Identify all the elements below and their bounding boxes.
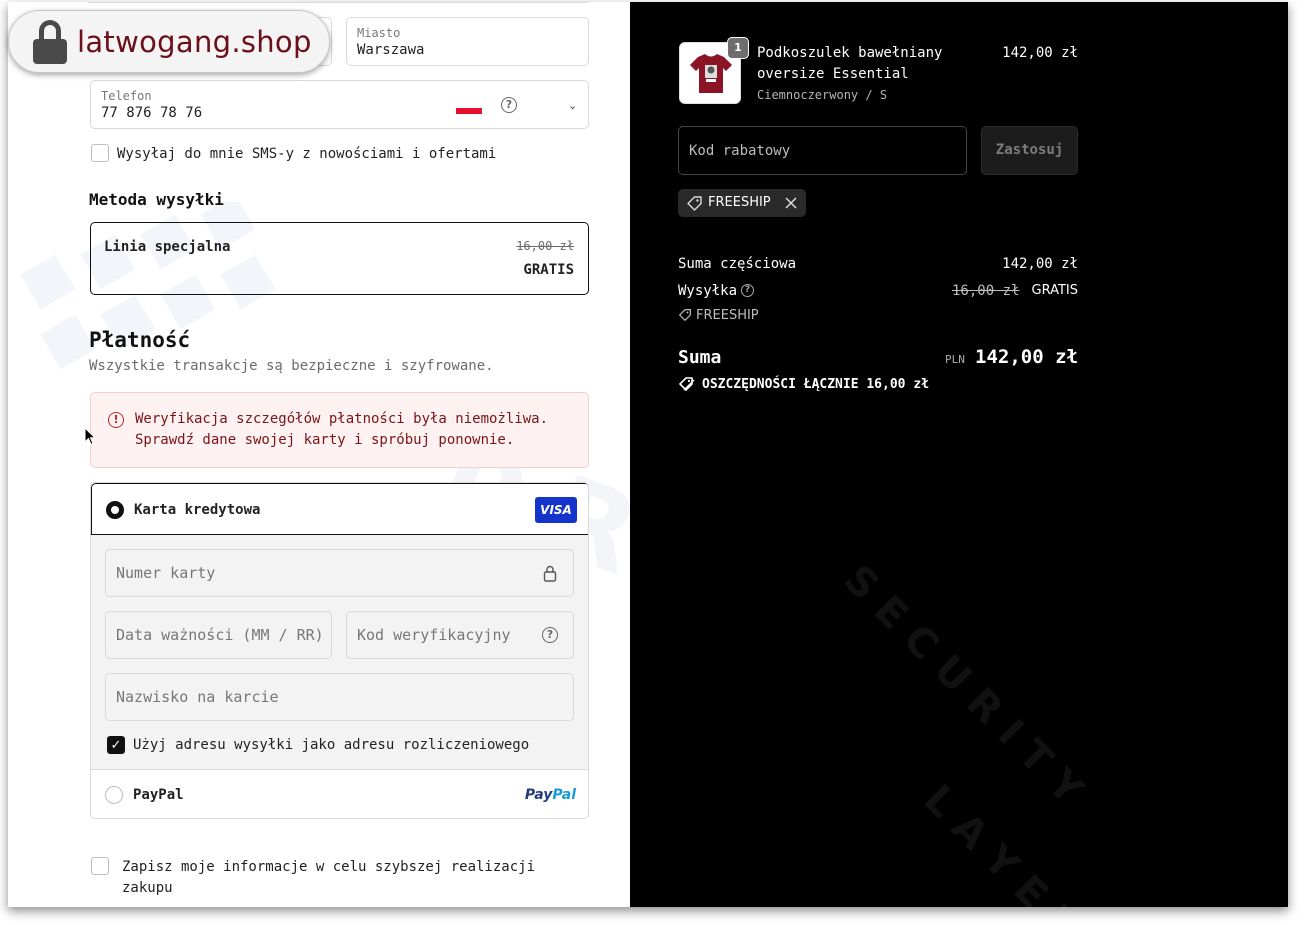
shipping-price: GRATIS <box>523 262 574 278</box>
credit-card-label: Karta kredytowa <box>134 502 261 518</box>
address-bar[interactable]: latwogang.shop <box>8 10 330 73</box>
shipping-help-icon[interactable]: ? <box>741 284 754 297</box>
phone-value: 77 876 78 76 <box>101 105 203 121</box>
credit-card-option[interactable]: Karta kredytowa VISA <box>91 483 588 535</box>
payment-error-banner: ! Weryfikacja szczegółów płatności była … <box>90 392 589 468</box>
chevron-down-icon[interactable]: ⌄ <box>568 99 577 112</box>
card-number-placeholder: Numer karty <box>116 564 216 582</box>
apply-discount-button[interactable]: Zastosuj <box>981 126 1078 175</box>
checkout-form: P R Miasto Warszawa Telefon 77 876 78 76… <box>8 2 630 907</box>
svg-text:S E C U R I T Y: S E C U R I T Y <box>835 557 1093 815</box>
credit-card-radio[interactable] <box>106 501 124 519</box>
paypal-logo-icon: PayPal <box>525 787 576 803</box>
item-price: 142,00 zł <box>1002 45 1078 61</box>
credit-card-form: Numer karty Data ważności (MM / RR) Kod … <box>91 535 588 770</box>
total-currency: PLN <box>945 353 965 366</box>
cvv-input[interactable]: Kod weryfikacyjny ? <box>346 611 574 659</box>
city-value: Warszawa <box>357 42 425 58</box>
city-field[interactable]: Miasto Warszawa <box>346 17 589 66</box>
discount-code-placeholder: Kod rabatowy <box>689 143 791 159</box>
paypal-option[interactable]: PayPal PayPal <box>91 771 588 818</box>
total-value: 142,00 zł <box>975 346 1078 368</box>
discount-code-input[interactable]: Kod rabatowy <box>678 126 967 175</box>
payment-options: Karta kredytowa VISA Numer karty Data wa… <box>90 482 589 819</box>
cardholder-name-placeholder: Nazwisko na karcie <box>116 688 279 706</box>
save-info-line2: zakupu <box>122 880 173 896</box>
save-info-line1: Zapisz moje informacje w celu szybszej r… <box>122 859 536 875</box>
phone-label: Telefon <box>101 89 152 103</box>
item-title-line1: Podkoszulek bawełniany <box>757 45 943 61</box>
payment-error-text: Weryfikacja szczegółów płatności była ni… <box>135 409 548 451</box>
item-quantity-badge: 1 <box>727 37 749 59</box>
shipping-method-name: Linia specjalna <box>104 239 231 255</box>
item-title-line2: oversize Essential <box>757 66 909 82</box>
paypal-label: PayPal <box>133 787 184 803</box>
subtotal-label: Suma częściowa <box>678 256 797 272</box>
cvv-help-icon[interactable]: ? <box>542 627 558 643</box>
sms-optin-label: Wysyłaj do mnie SMS-y z nowościami i ofe… <box>117 146 497 162</box>
savings-tag-icon <box>679 377 695 391</box>
cardholder-name-input[interactable]: Nazwisko na karcie <box>105 673 574 721</box>
shipping-heading: Metoda wysyłki <box>89 190 224 209</box>
item-variant: Ciemnoczerwony / S <box>757 88 888 102</box>
visa-logo-icon: VISA <box>535 497 577 523</box>
payment-error-line1: Weryfikacja szczegółów płatności była ni… <box>135 411 549 427</box>
paypal-radio[interactable] <box>105 786 123 804</box>
payment-error-line2: Sprawdź dane swojej karty i spróbuj pono… <box>135 432 515 448</box>
shipping-summary-old: 16,00 zł <box>952 283 1020 299</box>
applied-discount-code: FREESHIP <box>708 195 771 210</box>
field-top-edge <box>88 2 588 3</box>
save-info-checkbox[interactable] <box>91 857 109 875</box>
svg-text:L A Y E R: L A Y E R <box>915 777 1088 907</box>
mouse-cursor-icon <box>84 427 96 446</box>
shipping-discount-code: FREESHIP <box>696 308 759 323</box>
expiry-placeholder: Data ważności (MM / RR) <box>116 626 324 644</box>
sms-optin-checkbox[interactable] <box>91 144 109 162</box>
shipping-method-option[interactable]: Linia specjalna 16,00 zł GRATIS <box>90 222 589 295</box>
browser-window: P R Miasto Warszawa Telefon 77 876 78 76… <box>8 2 1288 907</box>
paypal-logo-pay: Pay <box>524 787 553 803</box>
remove-discount-close-icon[interactable] <box>785 197 797 209</box>
watermark-graphic-dark: S E C U R I T Y L A Y E R <box>835 557 1093 907</box>
applied-discount-chip: FREESHIP <box>678 189 806 217</box>
phone-help-icon[interactable]: ? <box>501 97 517 113</box>
site-domain: latwogang.shop <box>77 24 312 59</box>
payment-subtitle: Wszystkie transakcje są bezpieczne i szy… <box>89 358 494 374</box>
shipping-summary-value: GRATIS <box>1031 283 1079 298</box>
shipping-tag-icon <box>679 309 691 321</box>
billing-same-label: Użyj adresu wysyłki jako adresu rozlicze… <box>133 737 530 753</box>
shipping-old-price: 16,00 zł <box>516 239 574 253</box>
expiry-input[interactable]: Data ważności (MM / RR) <box>105 611 332 659</box>
cvv-placeholder: Kod weryfikacyjny <box>357 626 511 644</box>
card-number-input[interactable]: Numer karty <box>105 549 574 597</box>
city-label: Miasto <box>357 26 401 40</box>
order-summary: S E C U R I T Y L A Y E R 1 Podkoszulek … <box>630 2 1288 907</box>
total-savings: OSZCZĘDNOŚCI ŁĄCZNIE 16,00 zł <box>702 377 929 392</box>
tag-icon <box>687 196 702 211</box>
poland-flag-icon[interactable] <box>456 102 482 114</box>
alert-icon: ! <box>108 412 124 428</box>
total-label: Suma <box>678 347 722 368</box>
paypal-logo-pal: Pal <box>552 787 576 803</box>
payment-heading: Płatność <box>89 328 191 352</box>
padlock-icon <box>33 19 67 64</box>
lock-icon <box>543 565 557 582</box>
billing-same-checkbox[interactable]: ✓ <box>107 736 125 754</box>
shipping-summary-label: Wysyłka <box>678 283 738 299</box>
subtotal-value: 142,00 zł <box>1002 256 1078 272</box>
